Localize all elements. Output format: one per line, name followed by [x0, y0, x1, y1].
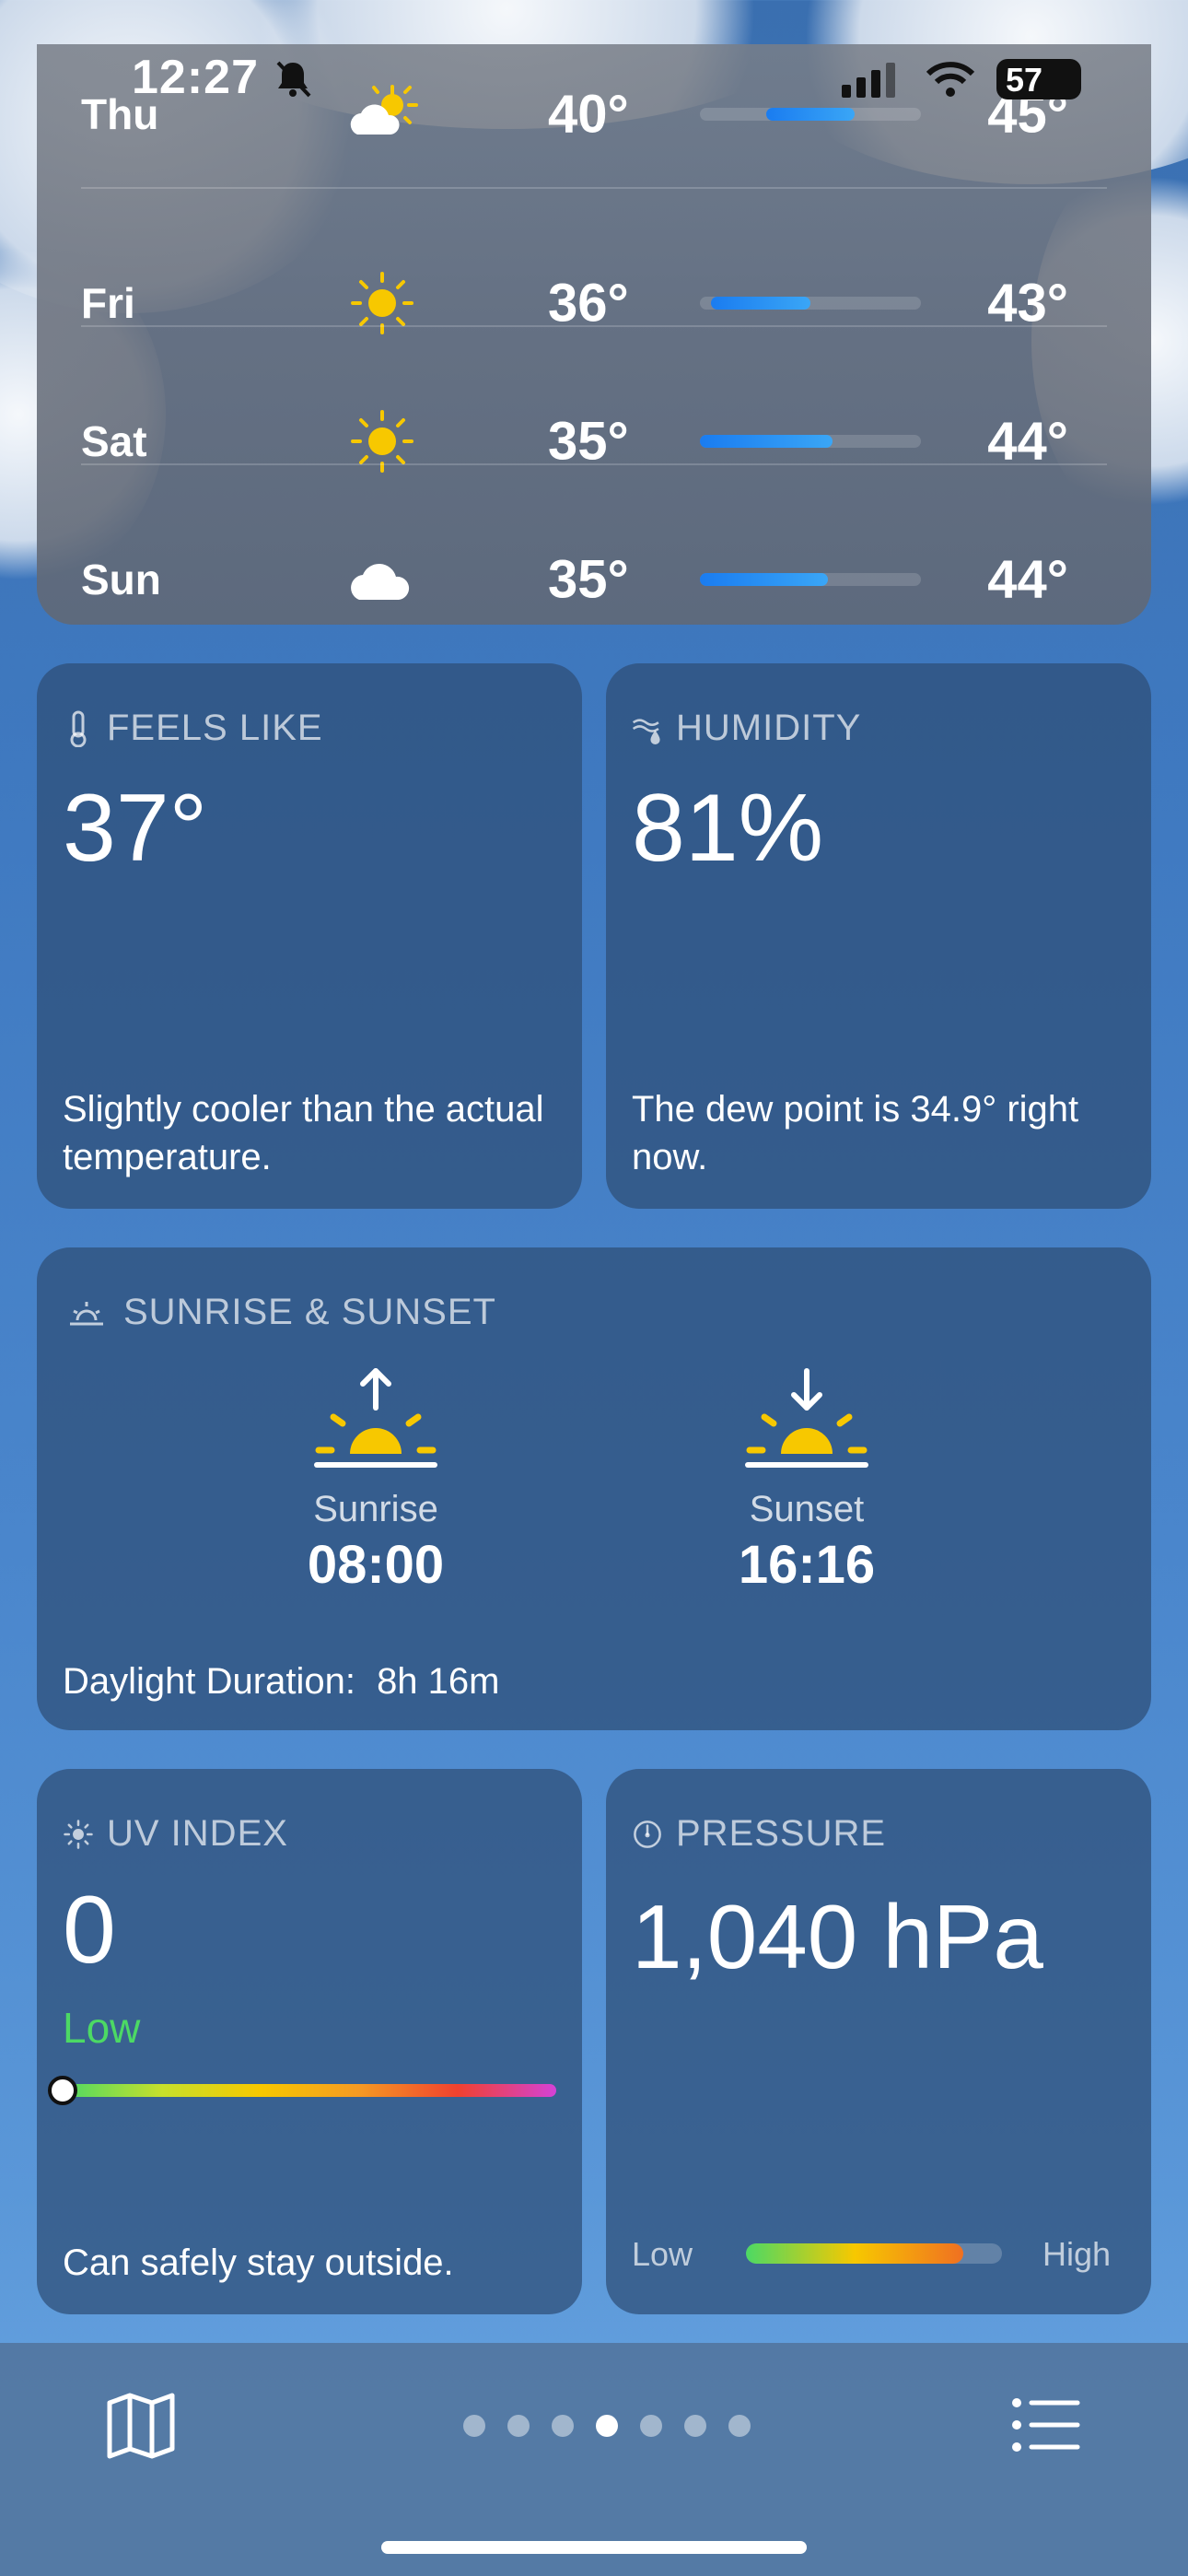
- sunset-info: Sunset 16:16: [696, 1489, 917, 1596]
- sunrise-info: Sunrise 08:00: [265, 1489, 486, 1596]
- home-indicator: [381, 2541, 807, 2554]
- humidity-header: HUMIDITY: [632, 708, 861, 749]
- forecast-row[interactable]: Fri 36° 43°: [37, 233, 1151, 372]
- sunrise-sunset-title: SUNRISE & SUNSET: [123, 1292, 496, 1332]
- list-icon[interactable]: [1011, 2395, 1081, 2454]
- forecast-day: Sat: [81, 416, 147, 465]
- temperature-range-bar: [700, 434, 921, 448]
- pressure-high-label: High: [1042, 2235, 1111, 2273]
- forecast-low: 35°: [548, 411, 629, 471]
- sunrise-icon: [70, 1301, 103, 1325]
- temperature-range-bar: [700, 296, 921, 310]
- sunrise-arrow-icon: [314, 1368, 437, 1468]
- uv-indicator: [48, 2076, 77, 2105]
- sunrise-label: Sunrise: [313, 1489, 438, 1529]
- uv-index-header: UV INDEX: [63, 1813, 288, 1855]
- forecast-high: 44°: [987, 549, 1068, 609]
- status-time: 12:27: [132, 51, 259, 104]
- page-dot[interactable]: [684, 2415, 706, 2437]
- sunset-time: 16:16: [738, 1535, 876, 1595]
- forecast-low: 36°: [548, 273, 629, 333]
- pressure-level-fill: [746, 2243, 964, 2264]
- daylight-duration: Daylight Duration: 8h 16m: [63, 1661, 499, 1703]
- cloud-icon: [351, 563, 410, 600]
- sunset-label: Sunset: [749, 1489, 865, 1529]
- uv-index-title: UV INDEX: [107, 1813, 288, 1854]
- feels-like-header: FEELS LIKE: [63, 708, 323, 749]
- uv-level: Low: [63, 2004, 141, 2052]
- page-dot[interactable]: [640, 2415, 662, 2437]
- gauge-icon: [634, 1820, 661, 1848]
- humidity-value: 81%: [632, 775, 824, 882]
- forecast-high: 43°: [987, 273, 1068, 333]
- pressure-value: 1,040 hPa: [632, 1886, 1043, 1987]
- temperature-range-bar: [700, 572, 921, 586]
- humidity-title: HUMIDITY: [676, 708, 862, 748]
- uv-index-value: 0: [63, 1877, 116, 1984]
- forecast-day: Fri: [81, 278, 135, 327]
- battery-icon: 57: [996, 59, 1081, 100]
- feels-like-value: 37°: [63, 775, 208, 882]
- page-dot[interactable]: [552, 2415, 574, 2437]
- page-dot[interactable]: [463, 2415, 485, 2437]
- forecast-high: 44°: [987, 411, 1068, 471]
- humidity-description: The dew point is 34.9° right now.: [632, 1089, 1079, 1177]
- forecast-row[interactable]: Sun 35° 44°: [37, 509, 1151, 649]
- feels-like-description: Slightly cooler than the actual temperat…: [63, 1089, 544, 1177]
- page-dot[interactable]: [596, 2415, 618, 2437]
- cellular-signal-icon: [842, 63, 895, 98]
- uv-scale-bar: [48, 2076, 556, 2105]
- sunrise-time: 08:00: [307, 1535, 445, 1595]
- page-dot[interactable]: [728, 2415, 751, 2437]
- sun-icon: [351, 409, 413, 473]
- wifi-icon: [926, 62, 975, 97]
- uv-description: Can safely stay outside.: [63, 2242, 454, 2283]
- humidity-icon: [632, 718, 660, 744]
- feels-like-card[interactable]: FEELS LIKE 37° Slightly cooler than the …: [37, 663, 582, 1209]
- ten-day-forecast-card[interactable]: Thu 40° 45° Fri 36° 43° Sat 35° 44° Sun …: [37, 44, 1151, 625]
- forecast-row[interactable]: Sat 35° 44°: [37, 371, 1151, 510]
- uv-index-card[interactable]: UV INDEX 0 Low Can safely stay outside.: [37, 1769, 582, 2314]
- sun-icon: [351, 271, 413, 334]
- silent-bell-icon: [276, 61, 311, 98]
- feels-like-title: FEELS LIKE: [107, 708, 323, 748]
- map-icon[interactable]: [104, 2390, 178, 2462]
- humidity-card[interactable]: HUMIDITY 81% The dew point is 34.9° righ…: [606, 663, 1151, 1209]
- pressure-header: PRESSURE: [632, 1813, 886, 1855]
- daylight-label: Daylight Duration:: [63, 1661, 355, 1702]
- sunrise-sunset-card[interactable]: SUNRISE & SUNSET Sunrise 08:00 Sunset 16…: [37, 1247, 1151, 1730]
- sunrise-sunset-header: SUNRISE & SUNSET: [63, 1292, 496, 1333]
- daylight-value: 8h 16m: [377, 1661, 500, 1702]
- battery-level: 57: [1005, 61, 1043, 99]
- forecast-day: Sun: [81, 555, 161, 603]
- sunset-arrow-icon: [745, 1368, 868, 1468]
- page-dot[interactable]: [507, 2415, 530, 2437]
- sun-small-icon: [64, 1819, 93, 1849]
- pressure-scale-bar: [746, 2243, 1002, 2264]
- thermometer-icon: [70, 710, 87, 747]
- pressure-low-label: Low: [632, 2235, 693, 2273]
- status-bar: 12:27 57: [0, 50, 1188, 114]
- pressure-card[interactable]: PRESSURE 1,040 hPa Low High: [606, 1769, 1151, 2314]
- forecast-low: 35°: [548, 549, 629, 609]
- pressure-title: PRESSURE: [676, 1813, 887, 1854]
